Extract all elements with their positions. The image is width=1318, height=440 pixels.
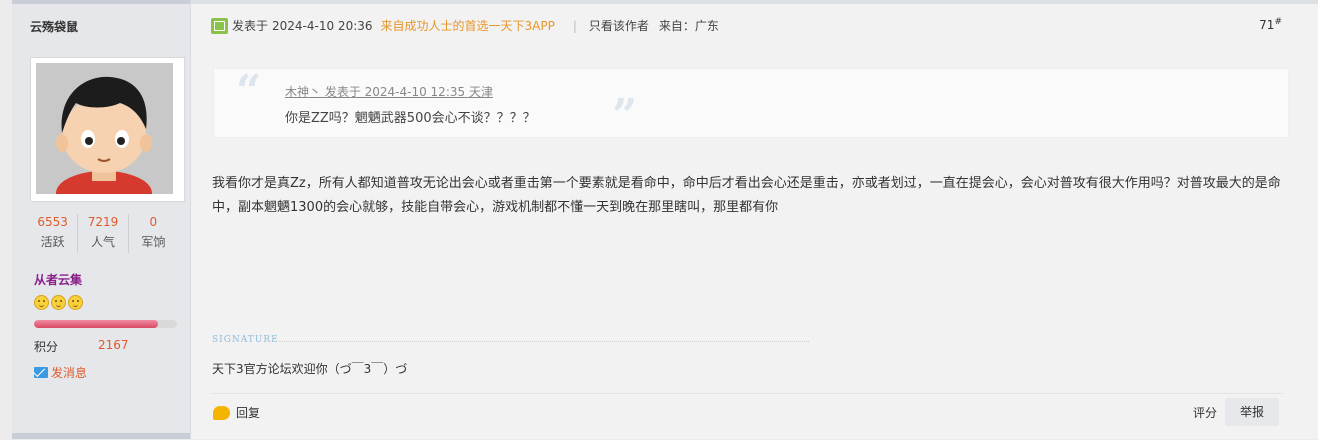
level-face-icon: [51, 295, 66, 310]
quote-meta-link[interactable]: 木神丶 发表于 2024-4-10 12:35 天津: [285, 83, 493, 100]
envelope-icon: [34, 367, 48, 378]
stat-value: 7219: [87, 215, 119, 229]
reply-button[interactable]: 回复: [213, 404, 260, 421]
floor-symbol: #: [1274, 17, 1282, 27]
reply-label: 回复: [236, 406, 261, 420]
quote-text: 你是ZZ吗？魍魉武器500会心不谈？？？？: [285, 111, 536, 126]
signature-divider: [279, 341, 809, 342]
level-progress-bar: [34, 320, 177, 328]
level-face-icon: [34, 295, 49, 310]
level-progress-fill: [34, 320, 159, 328]
online-status-icon: [211, 17, 228, 34]
stat-value: 0: [149, 215, 158, 229]
points-label: 积分: [34, 340, 59, 354]
points-value: 2167: [98, 338, 129, 352]
user-group[interactable]: 从者云集: [34, 271, 82, 288]
only-author-link[interactable]: 只看该作者: [589, 17, 649, 34]
post-body: 发表于 2024-4-10 20:36 来自成功人士的首选一天下3APP | 只…: [191, 0, 1318, 439]
post-top-border: [191, 0, 1318, 4]
signature-label: SIGNATURE: [212, 335, 279, 345]
posted-prefix: 发表于: [232, 19, 269, 33]
header-separator: |: [572, 18, 577, 33]
quote-block: “ 木神丶 发表于 2024-4-10 12:35 天津 你是ZZ吗？魍魉武器5…: [213, 66, 1289, 141]
post-header: 发表于 2024-4-10 20:36 来自成功人士的首选一天下3APP | 只…: [211, 17, 719, 34]
level-face-icon: [68, 295, 83, 310]
send-message-link[interactable]: 发消息: [34, 364, 87, 381]
avatar-image: [36, 63, 173, 194]
from-app-link[interactable]: 来自成功人士的首选一天下3APP: [381, 17, 555, 34]
signature-text: 天下3官方论坛欢迎你（づ￣3￣）づ: [212, 362, 408, 376]
open-quote-icon: “: [236, 66, 262, 117]
stat-label: 人气: [90, 235, 115, 249]
rate-button[interactable]: 评分: [1193, 404, 1217, 421]
stat-label: 军饷: [141, 235, 166, 249]
post-location: 来自：广东: [658, 19, 719, 33]
floor-number[interactable]: 71#: [1259, 17, 1282, 32]
stat-activity[interactable]: 6553 活跃: [28, 214, 79, 253]
floor-number-value: 71: [1259, 18, 1275, 32]
points-row: 积分 2167: [34, 338, 129, 355]
level-icons: [34, 295, 83, 310]
stat-label: 活跃: [40, 235, 65, 249]
author-sidebar: 云殇袋鼠 6553 活跃 7219 人气 0 军饷 从者云集 积分 2167 发…: [12, 0, 191, 439]
stat-value: 6553: [37, 215, 68, 229]
post-content: 我看你才是真Zz，所有人都知道普攻无论出会心或者重击第一个要素就是看命中，命中后…: [212, 176, 1281, 215]
avatar[interactable]: [36, 63, 173, 194]
reply-bubble-icon: [213, 405, 230, 420]
send-message-label: 发消息: [51, 366, 88, 380]
stat-popularity[interactable]: 7219 人气: [78, 214, 129, 253]
avatar-frame[interactable]: [30, 57, 185, 202]
posted-time: 2024-4-10 20:36: [272, 18, 373, 33]
report-button[interactable]: 举报: [1225, 398, 1279, 426]
author-name[interactable]: 云殇袋鼠: [30, 18, 78, 35]
stat-pay[interactable]: 0 军饷: [129, 214, 178, 253]
close-quote-icon: ”: [612, 90, 638, 141]
sidebar-top-border: [12, 0, 190, 4]
post-footer: 回复 评分 举报: [211, 393, 1283, 440]
sidebar-bottom-border: [12, 433, 190, 439]
author-stats: 6553 活跃 7219 人气 0 军饷: [28, 214, 178, 253]
